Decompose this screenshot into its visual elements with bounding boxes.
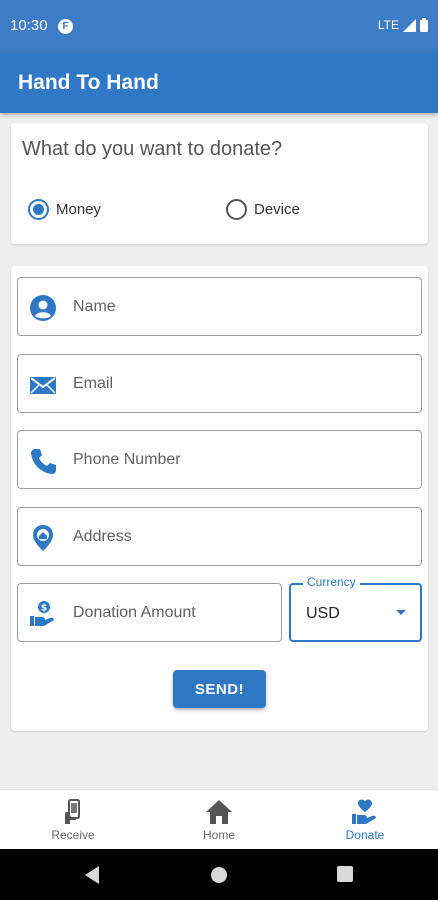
location-pin-icon (33, 525, 53, 551)
person-icon (30, 295, 56, 321)
nav-label-donate: Donate (345, 828, 385, 842)
recent-apps-icon[interactable] (337, 866, 353, 882)
phone-field[interactable]: Phone Number (17, 430, 422, 489)
currency-select[interactable]: Currency USD (289, 575, 422, 642)
hand-coin-icon: $ (30, 601, 54, 626)
app-title: Hand To Hand (18, 71, 159, 94)
dropdown-arrow-icon (396, 610, 406, 615)
hand-phone-icon (65, 799, 80, 824)
nav-item-receive[interactable]: Receive (0, 790, 146, 849)
radio-money[interactable]: Money (28, 199, 101, 220)
address-field[interactable]: Address (17, 507, 422, 566)
mail-icon (30, 377, 56, 394)
home-icon (206, 800, 232, 824)
nav-item-donate[interactable]: Donate (292, 790, 438, 849)
status-bar: 10:30 F LTE (0, 0, 438, 53)
radio-unchecked-icon[interactable] (226, 199, 247, 220)
notification-icon: F (58, 19, 73, 34)
phone-icon (31, 449, 56, 474)
currency-value: USD (306, 605, 340, 622)
send-button[interactable]: SEND! (173, 670, 266, 708)
battery-icon (420, 18, 428, 32)
bottom-navigation: Receive Home Donate (0, 789, 438, 849)
address-placeholder: Address (73, 528, 132, 545)
back-icon[interactable] (85, 866, 99, 884)
nav-item-home[interactable]: Home (146, 790, 292, 849)
donation-form-card: Name Email Phone Number Address $ Donati (11, 266, 428, 731)
radio-device-label: Device (254, 201, 300, 218)
currency-label: Currency (303, 575, 360, 589)
svg-text:$: $ (41, 604, 47, 614)
radio-checked-icon[interactable] (28, 199, 49, 220)
donation-type-card: What do you want to donate? Money Device (11, 123, 428, 244)
phone-placeholder: Phone Number (73, 451, 181, 468)
status-indicators: LTE (378, 18, 428, 32)
email-placeholder: Email (73, 375, 114, 392)
donation-question: What do you want to donate? (22, 138, 283, 160)
name-field[interactable]: Name (17, 277, 422, 336)
radio-money-label: Money (56, 201, 102, 218)
status-time: 10:30 (10, 17, 48, 34)
nav-label-receive: Receive (51, 828, 95, 842)
radio-device[interactable]: Device (226, 199, 300, 220)
donate-heart-icon (352, 799, 376, 824)
name-placeholder: Name (73, 298, 116, 315)
donation-amount-field[interactable]: $ Donation Amount (17, 583, 282, 642)
system-navigation-bar (0, 849, 438, 900)
home-circle-icon[interactable] (211, 867, 227, 883)
app-bar: Hand To Hand (0, 53, 438, 113)
nav-label-home: Home (202, 828, 235, 842)
email-field[interactable]: Email (17, 354, 422, 413)
signal-icon (403, 18, 416, 32)
donation-amount-placeholder: Donation Amount (73, 604, 196, 621)
network-type: LTE (377, 18, 399, 32)
